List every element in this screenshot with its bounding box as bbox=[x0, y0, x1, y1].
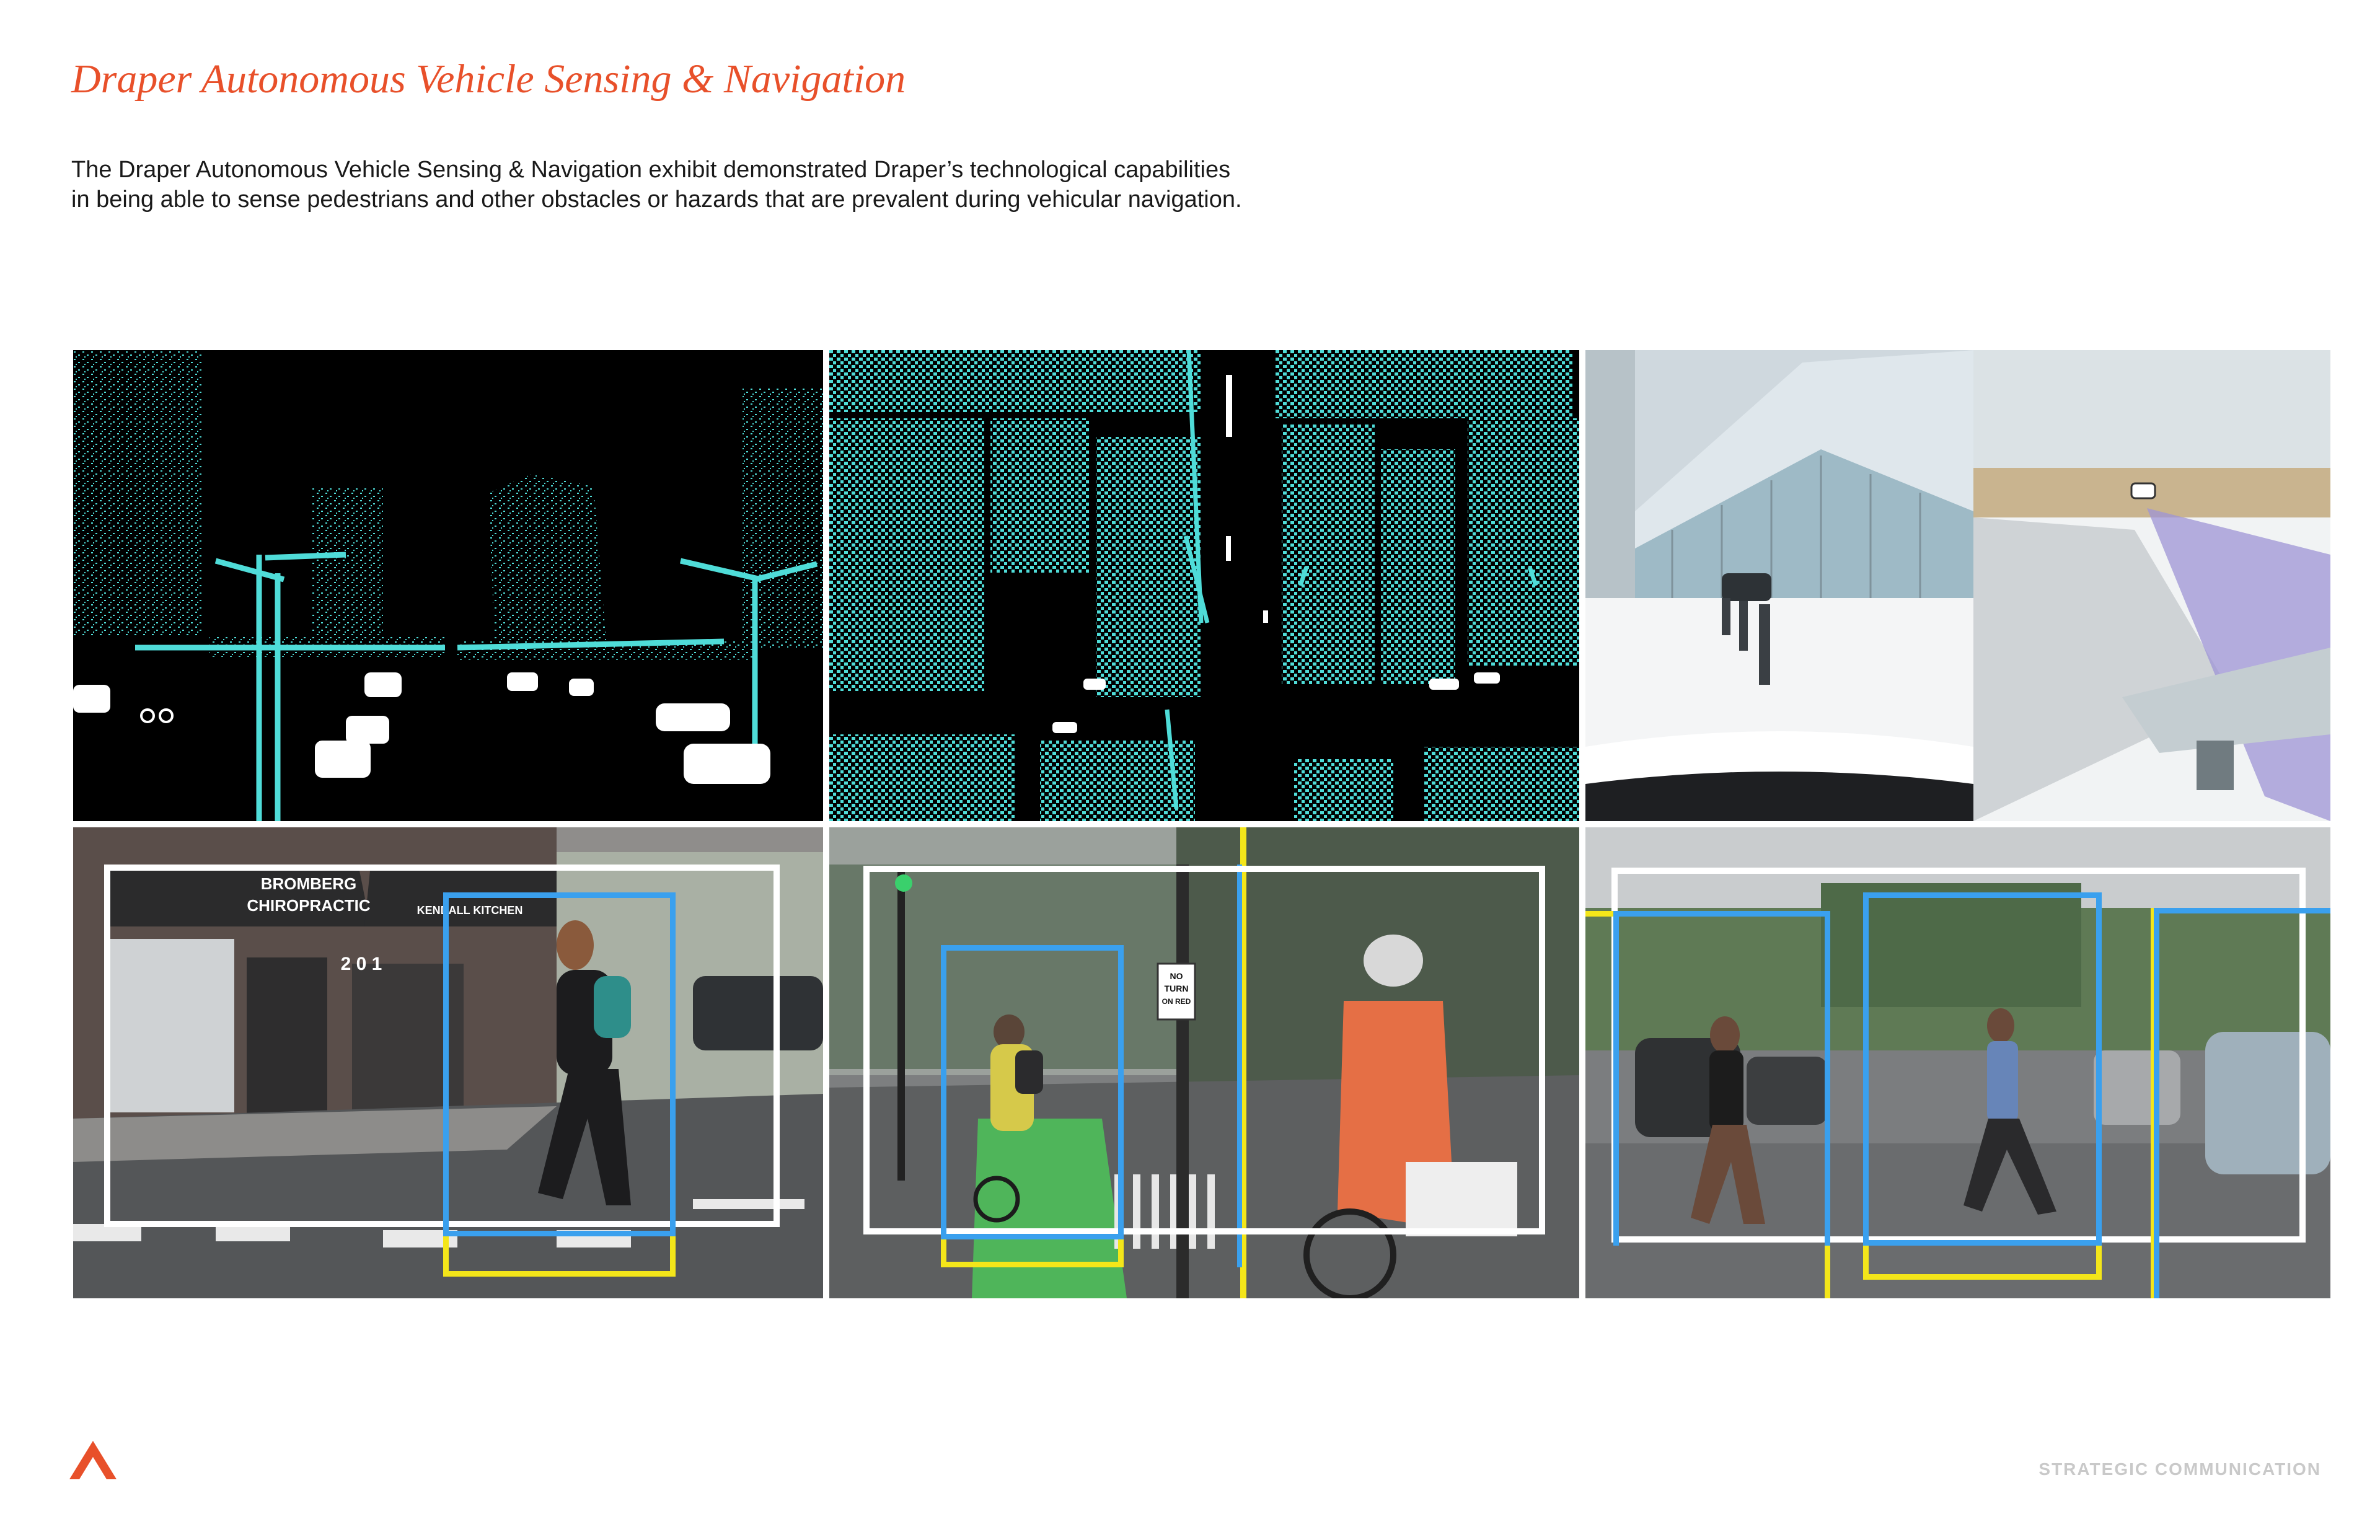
lidar-aerial-view-image bbox=[829, 350, 1579, 821]
detection-box bbox=[1613, 911, 1830, 1246]
description-line: in being able to sense pedestrians and o… bbox=[71, 187, 1242, 213]
detection-box bbox=[941, 945, 1124, 1239]
simulated-street-render-image bbox=[1585, 350, 1973, 821]
cyclist-detection-image: NO TURN ON RED bbox=[829, 827, 1579, 1298]
detection-box bbox=[104, 865, 780, 1227]
detection-box bbox=[2154, 908, 2330, 1298]
pedestrian-detection-image: BROMBERG CHIROPRACTIC KENDALL KITCHEN 2 … bbox=[73, 827, 823, 1298]
page-title: Draper Autonomous Vehicle Sensing & Navi… bbox=[71, 56, 906, 102]
sensor-field-render-image bbox=[1973, 350, 2330, 821]
lidar-street-view-image bbox=[73, 350, 823, 821]
draper-logo bbox=[69, 1441, 117, 1479]
footer-label: STRATEGIC COMMUNICATION bbox=[2038, 1459, 2321, 1479]
detection-box bbox=[443, 892, 676, 1236]
description-line: The Draper Autonomous Vehicle Sensing & … bbox=[71, 157, 1231, 183]
detection-box bbox=[1863, 892, 2102, 1246]
page-description: The Draper Autonomous Vehicle Sensing & … bbox=[71, 155, 1497, 214]
crosswalk-detection-image bbox=[1585, 827, 2330, 1298]
